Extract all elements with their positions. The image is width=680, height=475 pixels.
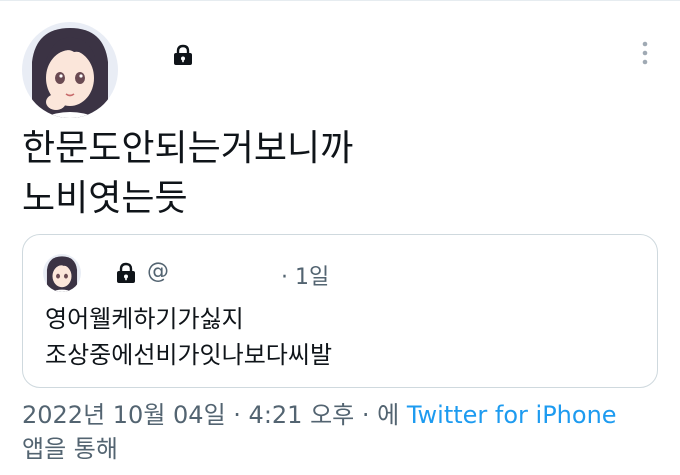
lock-icon <box>172 44 194 70</box>
tweet-meta: 2022년 10월 04일 · 4:21 오후 · 에 Twitter for … <box>22 398 642 466</box>
quoted-tweet-card[interactable]: @ · 1일 영어웰케하기가싫지 조상중에선비가잇나보다씨발 <box>22 234 658 388</box>
quoted-timestamp[interactable]: · 1일 <box>281 259 329 291</box>
author-avatar[interactable] <box>22 22 118 118</box>
source-link[interactable]: Twitter for iPhone <box>407 401 617 429</box>
tweet-text-line-1: 한문도안되는거보니까 <box>22 128 354 169</box>
quoted-author-avatar[interactable] <box>43 254 81 292</box>
quoted-tweet-text: 영어웰케하기가싫지 조상중에선비가잇나보다씨발 <box>45 301 332 373</box>
quoted-text-line-2: 조상중에선비가잇나보다씨발 <box>45 341 333 369</box>
tweet-text-line-2: 노비엿는듯 <box>22 178 188 219</box>
tweet-time[interactable]: 4:21 오후 <box>249 401 355 429</box>
top-divider <box>0 0 680 1</box>
meta-separator-source: · 에 <box>354 401 407 429</box>
more-options-icon[interactable] <box>638 40 652 66</box>
tweet-text: 한문도안되는거보니까 노비엿는듯 <box>22 124 353 224</box>
meta-line-2: 앱을 통해 <box>22 435 118 463</box>
tweet-date[interactable]: 2022년 10월 04일 <box>22 401 226 429</box>
meta-separator: · <box>225 401 249 429</box>
quoted-lock-icon <box>115 262 137 288</box>
quoted-handle: @ <box>147 259 169 284</box>
quoted-text-line-1: 영어웰케하기가싫지 <box>45 305 244 333</box>
